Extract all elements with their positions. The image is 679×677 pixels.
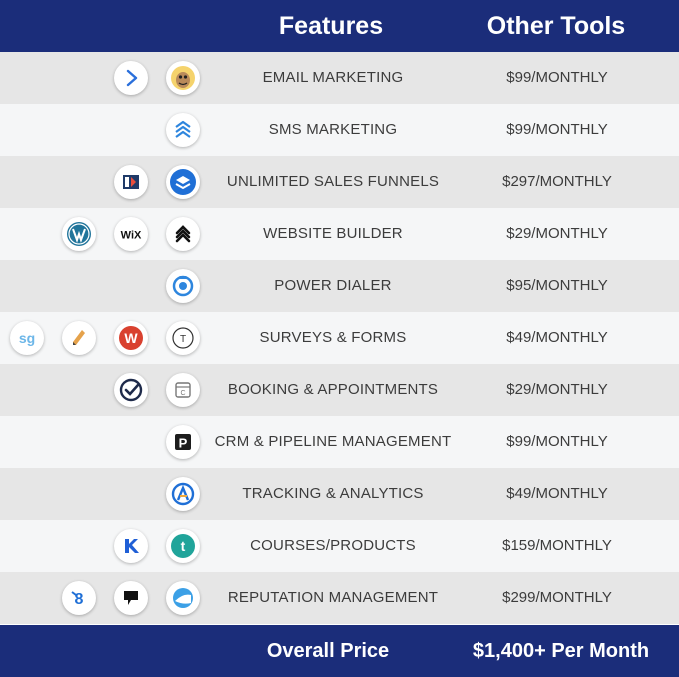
price-label: $29/MONTHLY <box>506 381 608 398</box>
table-row: SMS MARKETING $99/MONTHLY <box>0 104 679 156</box>
overall-price-total: $1,400+ Per Month <box>472 640 650 662</box>
feature-label: COURSES/PRODUCTS <box>250 537 416 554</box>
typeform-icon: T <box>166 321 200 355</box>
birdeye-icon: 8 <box>62 581 96 615</box>
features-column-header: Features <box>278 12 384 40</box>
price-label: $95/MONTHLY <box>506 277 608 294</box>
price-label: $159/MONTHLY <box>502 537 612 554</box>
calendar-icon: C <box>166 373 200 407</box>
feature-label: EMAIL MARKETING <box>262 69 404 86</box>
price-label: $99/MONTHLY <box>506 121 608 138</box>
price-label: $29/MONTHLY <box>506 225 608 242</box>
reputation-icon <box>166 581 200 615</box>
feature-label: UNLIMITED SALES FUNNELS <box>226 173 440 190</box>
pencil-icon <box>62 321 96 355</box>
pricing-comparison-table: Features Other Tools EMAIL MARKETING $99… <box>0 0 679 677</box>
feature-label: REPUTATION MANAGEMENT <box>227 589 439 606</box>
analytics-icon <box>166 477 200 511</box>
price-label: $49/MONTHLY <box>506 485 608 502</box>
svg-text:WiX: WiX <box>121 230 142 242</box>
activecampaign-icon <box>114 61 148 95</box>
table-row: UNLIMITED SALES FUNNELS $297/MONTHLY <box>0 156 679 208</box>
table-row: TRACKING & ANALYTICS $49/MONTHLY <box>0 468 679 520</box>
price-label: $299/MONTHLY <box>502 589 612 606</box>
wufoo-icon: W <box>114 321 148 355</box>
svg-text:C: C <box>180 390 185 397</box>
table-row: POWER DIALER $95/MONTHLY <box>0 260 679 312</box>
svg-text:W: W <box>124 330 138 346</box>
other-tools-column-header: Other Tools <box>486 12 626 40</box>
table-row: EMAIL MARKETING $99/MONTHLY <box>0 52 679 104</box>
svg-text:t: t <box>181 538 186 554</box>
table-row: WiX WEBSITE BUILDER $29/MONTHLY <box>0 208 679 260</box>
mailchimp-icon <box>166 61 200 95</box>
clickfunnels-icon <box>114 165 148 199</box>
table-row: 8 REPUTATION MANAGEMENT $299/MONTHLY <box>0 572 679 624</box>
table-row: P CRM & PIPELINE MANAGEMENT $99/MONTHLY <box>0 416 679 468</box>
table-row: sg W T SURVEYS & FORMS $49/MONTHLY <box>0 312 679 364</box>
wix-icon: WiX <box>114 217 148 251</box>
table-header: Features Other Tools <box>0 0 679 52</box>
price-label: $99/MONTHLY <box>506 433 608 450</box>
feature-label: POWER DIALER <box>274 277 392 294</box>
svg-text:P: P <box>179 436 188 451</box>
svg-text:sg: sg <box>19 330 35 346</box>
price-label: $99/MONTHLY <box>506 69 608 86</box>
svg-text:T: T <box>180 334 186 345</box>
feature-label: SURVEYS & FORMS <box>259 329 407 346</box>
overall-price-label: Overall Price <box>266 640 390 662</box>
surveygizmo-icon: sg <box>10 321 44 355</box>
price-label: $297/MONTHLY <box>502 173 612 190</box>
kajabi-icon <box>114 529 148 563</box>
feature-label: WEBSITE BUILDER <box>263 225 403 242</box>
squarespace-icon <box>166 217 200 251</box>
teachable-icon: t <box>166 529 200 563</box>
feature-label: CRM & PIPELINE MANAGEMENT <box>214 433 452 450</box>
pipedrive-icon: P <box>166 425 200 459</box>
layers-icon <box>166 165 200 199</box>
svg-text:8: 8 <box>75 591 84 608</box>
feature-label: TRACKING & ANALYTICS <box>242 485 424 502</box>
table-row: C BOOKING & APPOINTMENTS $29/MONTHLY <box>0 364 679 416</box>
wordpress-icon <box>62 217 96 251</box>
feature-label: SMS MARKETING <box>268 121 398 138</box>
price-label: $49/MONTHLY <box>506 329 608 346</box>
dialer-icon <box>166 269 200 303</box>
check-circle-icon <box>114 373 148 407</box>
table-footer: Overall Price $1,400+ Per Month <box>0 625 679 677</box>
stacked-chevrons-icon <box>166 113 200 147</box>
table-row: t COURSES/PRODUCTS $159/MONTHLY <box>0 520 679 572</box>
feature-label: BOOKING & APPOINTMENTS <box>227 381 439 398</box>
podium-icon <box>114 581 148 615</box>
